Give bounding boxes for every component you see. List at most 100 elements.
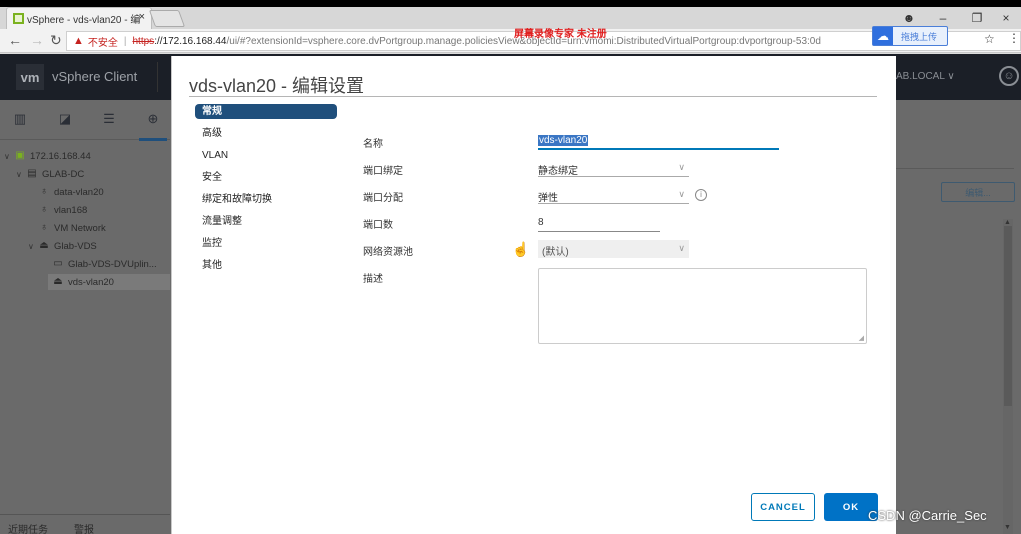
network-icon: ♁	[40, 204, 48, 215]
tab-title: vSphere - vds-vlan20 - 编	[27, 15, 141, 26]
chevron-down-icon: ∨	[678, 189, 685, 199]
dvswitch-icon: ⏏	[39, 240, 49, 251]
reload-button[interactable]: ↻	[50, 32, 62, 49]
port-binding-label: 端口绑定	[363, 166, 403, 177]
network-icon: ♁	[40, 186, 48, 197]
cloud-upload-label: 拖拽上传	[901, 31, 938, 42]
warning-triangle-icon: ▲	[73, 35, 84, 47]
vms-templates-icon[interactable]: ◪	[58, 112, 72, 126]
description-label: 描述	[363, 274, 383, 285]
active-tab-indicator	[139, 138, 167, 141]
port-binding-value: 静态绑定	[538, 166, 578, 177]
close-window-button[interactable]: ×	[991, 7, 1021, 29]
tree-item[interactable]: ∨ ⏏ Glab-VDS	[28, 238, 97, 254]
recorder-watermark: 屏幕录像专家 未注册	[514, 29, 607, 40]
edit-settings-dialog: vds-vlan20 - 编辑设置 常规 高级 VLAN 安全 绑定和故障切换 …	[171, 56, 896, 534]
right-pane-divider	[896, 168, 1014, 169]
nav-general[interactable]: 常规	[195, 104, 337, 119]
tree-item[interactable]: ∨ ▣ 172.16.168.44	[4, 148, 91, 164]
resource-pool-select[interactable]: (默认) ∨	[538, 240, 689, 258]
nav-miscellaneous[interactable]: 其他	[195, 258, 337, 273]
uplink-portgroup-icon: ▭	[53, 258, 63, 269]
edit-button[interactable]: 编辑...	[941, 182, 1015, 202]
tab-close-icon[interactable]: ×	[139, 11, 145, 23]
title-divider	[189, 96, 877, 97]
header-divider	[157, 62, 158, 92]
hosts-clusters-icon[interactable]: ▥	[13, 112, 27, 126]
hand-cursor-icon: ☝	[512, 241, 530, 257]
nav-vlan[interactable]: VLAN	[195, 148, 337, 163]
dialog-title: vds-vlan20 - 编辑设置	[189, 76, 365, 96]
nav-teaming-failover[interactable]: 绑定和故障切换	[195, 192, 337, 207]
chevron-down-icon[interactable]: ∨	[4, 152, 14, 161]
navigator-tabs: ▥ ◪ ☰ ⊕	[0, 100, 170, 141]
name-input[interactable]: vds-vlan20	[538, 133, 779, 150]
resource-pool-label: 网络资源池	[363, 247, 413, 258]
recent-tasks-tab[interactable]: 近期任务	[8, 521, 48, 534]
user-menu[interactable]: AB.LOCAL ∨	[896, 71, 955, 82]
port-count-value: 8	[538, 217, 544, 228]
bottom-panel-tabs: 近期任务 警报	[0, 514, 170, 534]
scroll-down-arrow-icon[interactable]: ▼	[1004, 524, 1011, 531]
alarms-tab[interactable]: 警报	[74, 521, 94, 534]
port-binding-select[interactable]: 静态绑定 ∨	[538, 159, 689, 177]
app-title: vSphere Client	[52, 69, 138, 84]
new-tab-button[interactable]	[148, 10, 186, 27]
feedback-smiley-icon[interactable]: ☺	[999, 66, 1019, 86]
chevron-down-icon[interactable]: ∨	[28, 242, 38, 251]
scrollbar-thumb[interactable]	[1004, 226, 1012, 406]
tree-item-label: GLAB-DC	[42, 168, 85, 180]
chevron-down-icon: ∨	[678, 162, 685, 172]
port-count-label: 端口数	[363, 220, 393, 231]
portgroup-icon: ⏏	[53, 276, 63, 287]
tree-item-label: 172.16.168.44	[30, 150, 91, 162]
tree-item[interactable]: ♁ VM Network	[38, 220, 106, 236]
top-border	[0, 0, 1021, 7]
back-button[interactable]: ←	[8, 32, 22, 48]
address-bar-row: ← → ↻ ▲ 不安全 | https ://172.16.168.44 /ui…	[0, 29, 1021, 53]
nav-traffic-shaping[interactable]: 流量调整	[195, 214, 337, 229]
port-count-input[interactable]: 8	[538, 214, 660, 232]
csdn-watermark: CSDN @Carrie_Sec	[868, 508, 987, 523]
nav-monitoring[interactable]: 监控	[195, 236, 337, 251]
cancel-button[interactable]: CANCEL	[751, 493, 815, 521]
description-textarea[interactable]: ◢	[538, 268, 867, 344]
browser-tab[interactable]: vSphere - vds-vlan20 - 编 ×	[6, 7, 152, 29]
not-secure-label[interactable]: 不安全	[88, 34, 118, 49]
tree-item-label: data-vlan20	[54, 186, 104, 198]
screen: vSphere - vds-vlan20 - 编 × ☻ – ❐ × ← → ↻…	[0, 0, 1021, 534]
bookmark-star-icon[interactable]: ☆	[984, 32, 995, 46]
resize-grip-icon[interactable]: ◢	[859, 334, 864, 342]
datacenter-icon: ▤	[27, 168, 37, 179]
url-separator: |	[123, 35, 127, 47]
tree-item[interactable]: ▭ Glab-VDS-DVUplin...	[52, 256, 157, 272]
info-icon[interactable]: i	[695, 189, 707, 201]
name-value: vds-vlan20	[538, 135, 589, 146]
chevron-down-icon[interactable]: ∨	[16, 170, 26, 179]
port-allocation-select[interactable]: 弹性 ∨	[538, 186, 689, 204]
networking-icon[interactable]: ⊕	[146, 112, 160, 126]
scroll-up-arrow-icon[interactable]: ▲	[1004, 219, 1011, 226]
tree-item-selected[interactable]: ⏏ vds-vlan20	[48, 274, 170, 290]
nav-advanced[interactable]: 高级	[195, 126, 337, 141]
tree-item[interactable]: ♁ data-vlan20	[38, 184, 104, 200]
browser-menu-icon[interactable]: ⋮	[1008, 31, 1020, 45]
network-icon: ♁	[40, 222, 48, 233]
tree-item-label: Glab-VDS-DVUplin...	[68, 258, 157, 270]
restore-button[interactable]: ❐	[962, 7, 992, 29]
nav-security[interactable]: 安全	[195, 170, 337, 185]
tree-item-label: vds-vlan20	[68, 276, 114, 288]
url-scheme: https	[132, 35, 155, 47]
resource-pool-value: (默认)	[542, 247, 569, 258]
tree-item[interactable]: ∨ ▤ GLAB-DC	[16, 166, 84, 182]
browser-tab-bar: vSphere - vds-vlan20 - 编 × ☻ – ❐ ×	[0, 7, 1021, 29]
cloud-upload-button[interactable]: ☁ 拖拽上传	[872, 26, 948, 46]
tree-item[interactable]: ♁ vlan168	[38, 202, 87, 218]
cloud-icon: ☁	[873, 27, 893, 45]
vm-logo: vm	[16, 64, 44, 90]
port-allocation-label: 端口分配	[363, 193, 403, 204]
forward-button[interactable]: →	[30, 32, 44, 48]
port-allocation-value: 弹性	[538, 193, 558, 204]
tree-item-label: VM Network	[54, 222, 106, 234]
storage-icon[interactable]: ☰	[102, 112, 116, 126]
